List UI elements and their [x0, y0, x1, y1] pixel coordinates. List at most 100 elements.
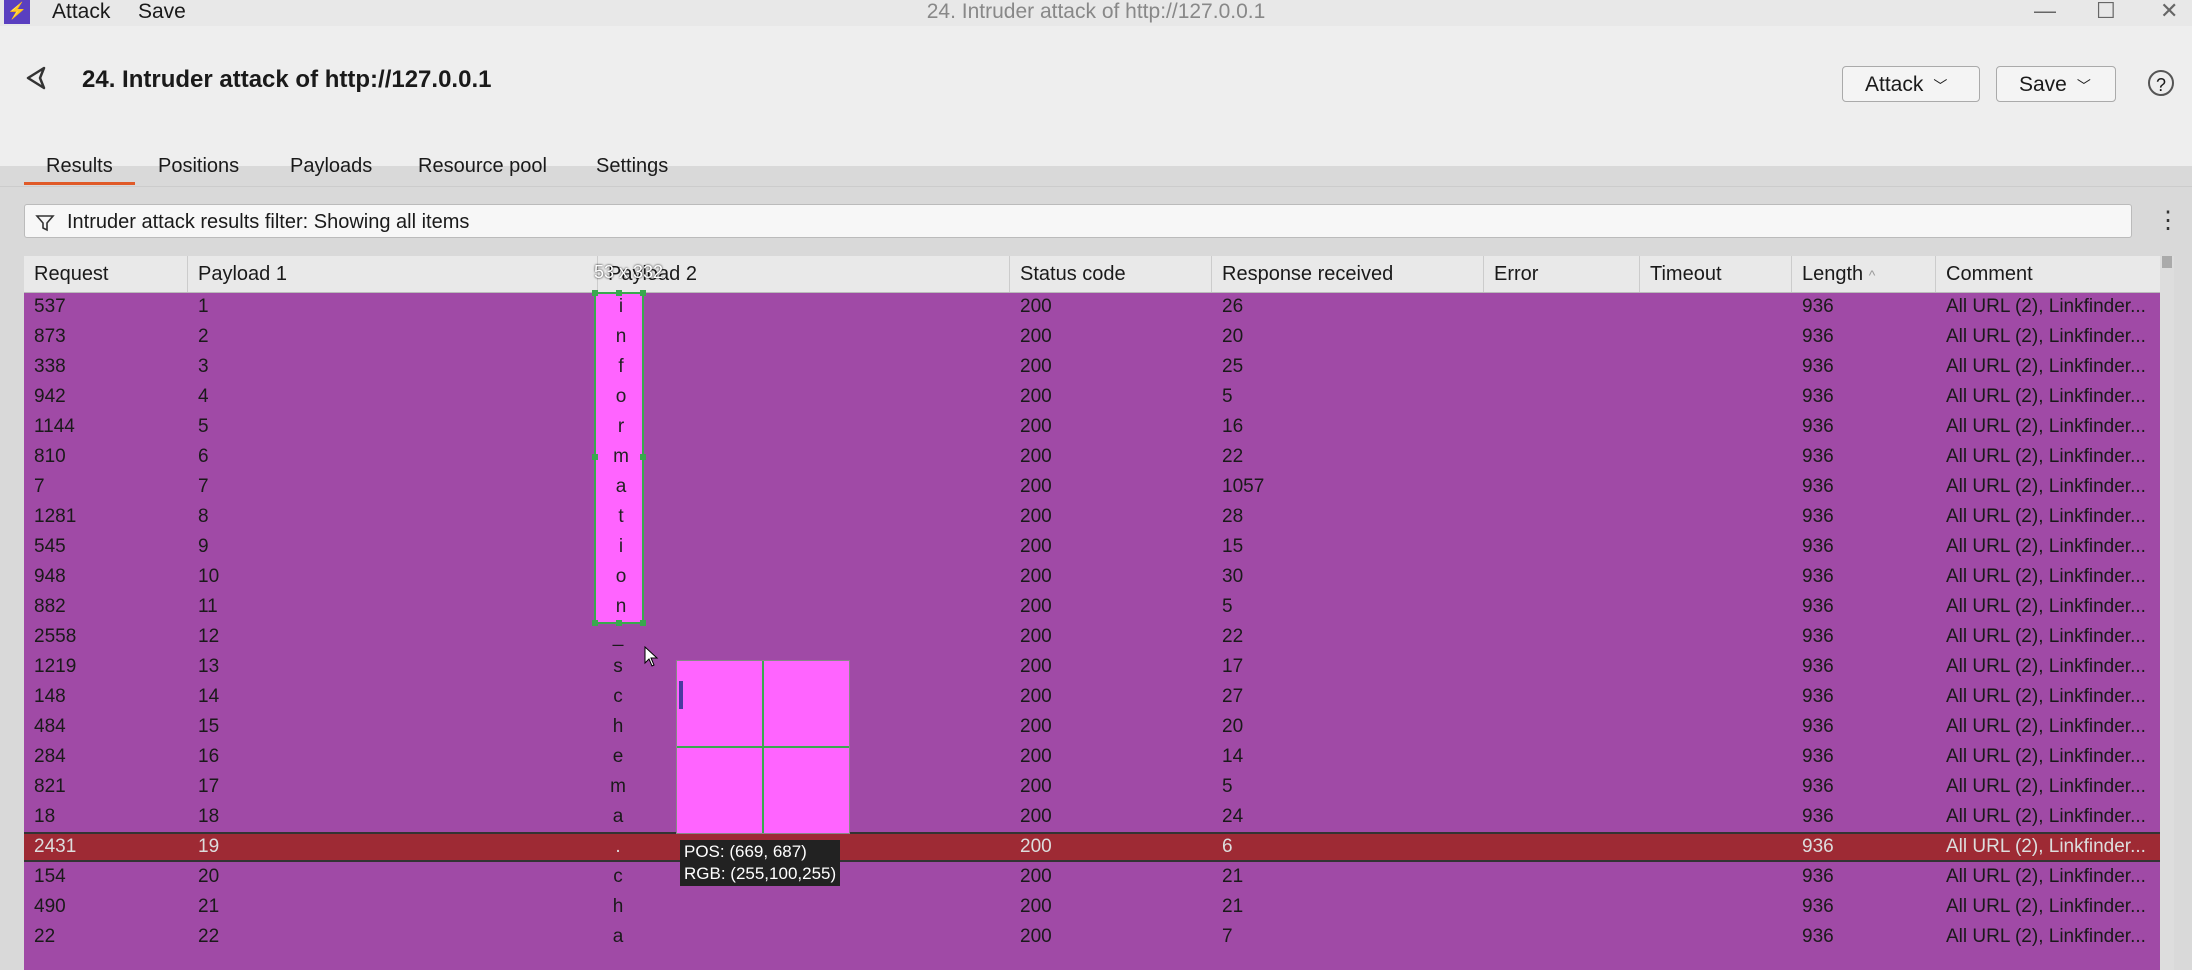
cell-p1: 19 [198, 836, 220, 857]
table-row[interactable]: 545 9 200 15 936 All URL (2), Linkfinder... [24, 532, 2160, 562]
scrollbar-thumb[interactable] [2162, 256, 2172, 268]
table-row[interactable]: 7 7 200 1057 936 All URL (2), Linkfinder... [24, 472, 2160, 502]
table-row[interactable]: 18 18 200 24 936 All URL (2), Linkfinder... a [24, 802, 2160, 832]
cell-p1: 6 [198, 446, 209, 467]
col-length[interactable]: Length ^ [1792, 256, 1936, 292]
table-row[interactable]: 1144 5 200 16 936 All URL (2), Linkfinder... [24, 412, 2160, 442]
mouse-cursor-icon [644, 645, 660, 674]
cell-status: 200 [1020, 836, 1052, 857]
cell-status: 200 [1020, 776, 1052, 797]
cell-length: 936 [1802, 536, 1834, 557]
cell-length: 936 [1802, 626, 1834, 647]
cell-length: 936 [1802, 326, 1834, 347]
table-row[interactable]: 873 2 200 20 936 All URL (2), Linkfinder... [24, 322, 2160, 352]
results-filter-bar[interactable]: Intruder attack results filter: Showing … [24, 204, 2132, 238]
cell-p1: 3 [198, 356, 209, 377]
table-row[interactable]: 942 4 200 5 936 All URL (2), Linkfinder... [24, 382, 2160, 412]
cursor-position: POS: (669, 687) [684, 842, 807, 861]
table-row[interactable]: 284 16 200 14 936 All URL (2), Linkfinder... e [24, 742, 2160, 772]
table-row[interactable]: 22 22 200 7 936 All URL (2), Linkfinder... a [24, 922, 2160, 952]
cell-request: 545 [34, 536, 66, 557]
cell-status: 200 [1020, 386, 1052, 407]
save-button[interactable]: Save ﹀ [1996, 66, 2116, 102]
col-request[interactable]: Request [24, 256, 188, 292]
col-error[interactable]: Error [1484, 256, 1640, 292]
col-status-code[interactable]: Status code [1010, 256, 1212, 292]
color-magnifier [676, 660, 850, 834]
cell-status: 200 [1020, 356, 1052, 377]
resize-handle[interactable] [592, 620, 598, 626]
attack-button[interactable]: Attack ﹀ [1842, 66, 1980, 102]
cell-request: 942 [34, 386, 66, 407]
cell-length: 936 [1802, 446, 1834, 467]
cell-p1: 20 [198, 866, 220, 887]
selection-box[interactable]: information [592, 290, 646, 626]
close-icon[interactable]: ✕ [2160, 0, 2178, 24]
table-row[interactable]: 490 21 200 21 936 All URL (2), Linkfinder... h [24, 892, 2160, 922]
cell-resp: 17 [1222, 656, 1244, 677]
tab-results[interactable]: Results [24, 150, 135, 185]
resize-handle[interactable] [616, 620, 622, 626]
back-icon[interactable] [22, 64, 50, 99]
table-row[interactable]: 2558 12 200 22 936 All URL (2), Linkfinder...… [24, 622, 2160, 652]
cell-resp: 1057 [1222, 476, 1265, 497]
help-icon[interactable]: ? [2148, 70, 2174, 96]
more-options-icon[interactable]: ⋮ [2156, 206, 2180, 236]
tab-positions[interactable]: Positions [158, 150, 239, 182]
table-row[interactable]: 882 11 200 5 936 All URL (2), Linkfinder... [24, 592, 2160, 622]
cell-resp: 30 [1222, 566, 1244, 587]
table-row[interactable]: 821 17 200 5 936 All URL (2), Linkfinder... m [24, 772, 2160, 802]
cell-p2: i [618, 296, 624, 317]
cell-p2: n [615, 326, 627, 347]
table-row[interactable]: 1281 8 200 28 936 All URL (2), Linkfinder... [24, 502, 2160, 532]
table-row[interactable]: 948 10 200 30 936 All URL (2), Linkfinder... [24, 562, 2160, 592]
cell-resp: 26 [1222, 296, 1244, 317]
cell-p1: 8 [198, 506, 209, 527]
cell-resp: 25 [1222, 356, 1244, 377]
cell-p2: m [610, 776, 626, 797]
cell-comment: All URL (2), Linkfinder... [1946, 446, 2146, 467]
cell-p1: 7 [198, 476, 209, 497]
cell-p1: 9 [198, 536, 209, 557]
cell-resp: 14 [1222, 746, 1244, 767]
cell-p2: _ [612, 626, 624, 647]
table-row-selected[interactable]: 2431 19 200 6 936 All URL (2), Linkfinder.... [24, 832, 2160, 862]
cell-resp: 6 [1222, 836, 1233, 857]
cell-request: 948 [34, 566, 66, 587]
table-row[interactable]: 338 3 200 25 936 All URL (2), Linkfinder... [24, 352, 2160, 382]
page-title: 24. Intruder attack of http://127.0.0.1 [82, 66, 492, 93]
cell-length: 936 [1802, 776, 1834, 797]
table-row[interactable]: 810 6 200 22 936 All URL (2), Linkfinder... [24, 442, 2160, 472]
cell-p1: 18 [198, 806, 220, 827]
cell-p2: h [612, 716, 624, 737]
col-timeout[interactable]: Timeout [1640, 256, 1792, 292]
table-row[interactable]: 537 1 200 26 936 All URL (2), Linkfinder... [24, 292, 2160, 322]
cell-p1: 21 [198, 896, 220, 917]
cell-length: 936 [1802, 836, 1834, 857]
col-payload-1[interactable]: Payload 1 [188, 256, 598, 292]
cell-length: 936 [1802, 356, 1834, 377]
cell-p2: n [615, 596, 627, 617]
cell-comment: All URL (2), Linkfinder... [1946, 506, 2146, 527]
cell-request: 484 [34, 716, 66, 737]
cell-length: 936 [1802, 596, 1834, 617]
tab-resource-pool[interactable]: Resource pool [418, 150, 547, 182]
cell-p1: 2 [198, 326, 209, 347]
tab-payloads[interactable]: Payloads [290, 150, 372, 182]
table-row[interactable]: 154 20 200 21 936 All URL (2), Linkfinder... c [24, 862, 2160, 892]
cell-status: 200 [1020, 446, 1052, 467]
table-row[interactable]: 484 15 200 20 936 All URL (2), Linkfinder... h [24, 712, 2160, 742]
col-comment[interactable]: Comment [1936, 256, 2160, 292]
tab-settings[interactable]: Settings [596, 150, 668, 182]
maximize-icon[interactable]: ☐ [2096, 0, 2116, 24]
cell-resp: 5 [1222, 776, 1233, 797]
table-row[interactable]: 148 14 200 27 936 All URL (2), Linkfinder... c [24, 682, 2160, 712]
cell-request: 1144 [34, 416, 75, 437]
minimize-icon[interactable]: — [2034, 0, 2056, 24]
cell-request: 821 [34, 776, 66, 797]
resize-handle[interactable] [640, 620, 646, 626]
cell-status: 200 [1020, 566, 1052, 587]
col-response-received[interactable]: Response received [1212, 256, 1484, 292]
table-row[interactable]: 1219 13 200 17 936 All URL (2), Linkfinder...… [24, 652, 2160, 682]
table-scrollbar[interactable] [2160, 256, 2174, 970]
